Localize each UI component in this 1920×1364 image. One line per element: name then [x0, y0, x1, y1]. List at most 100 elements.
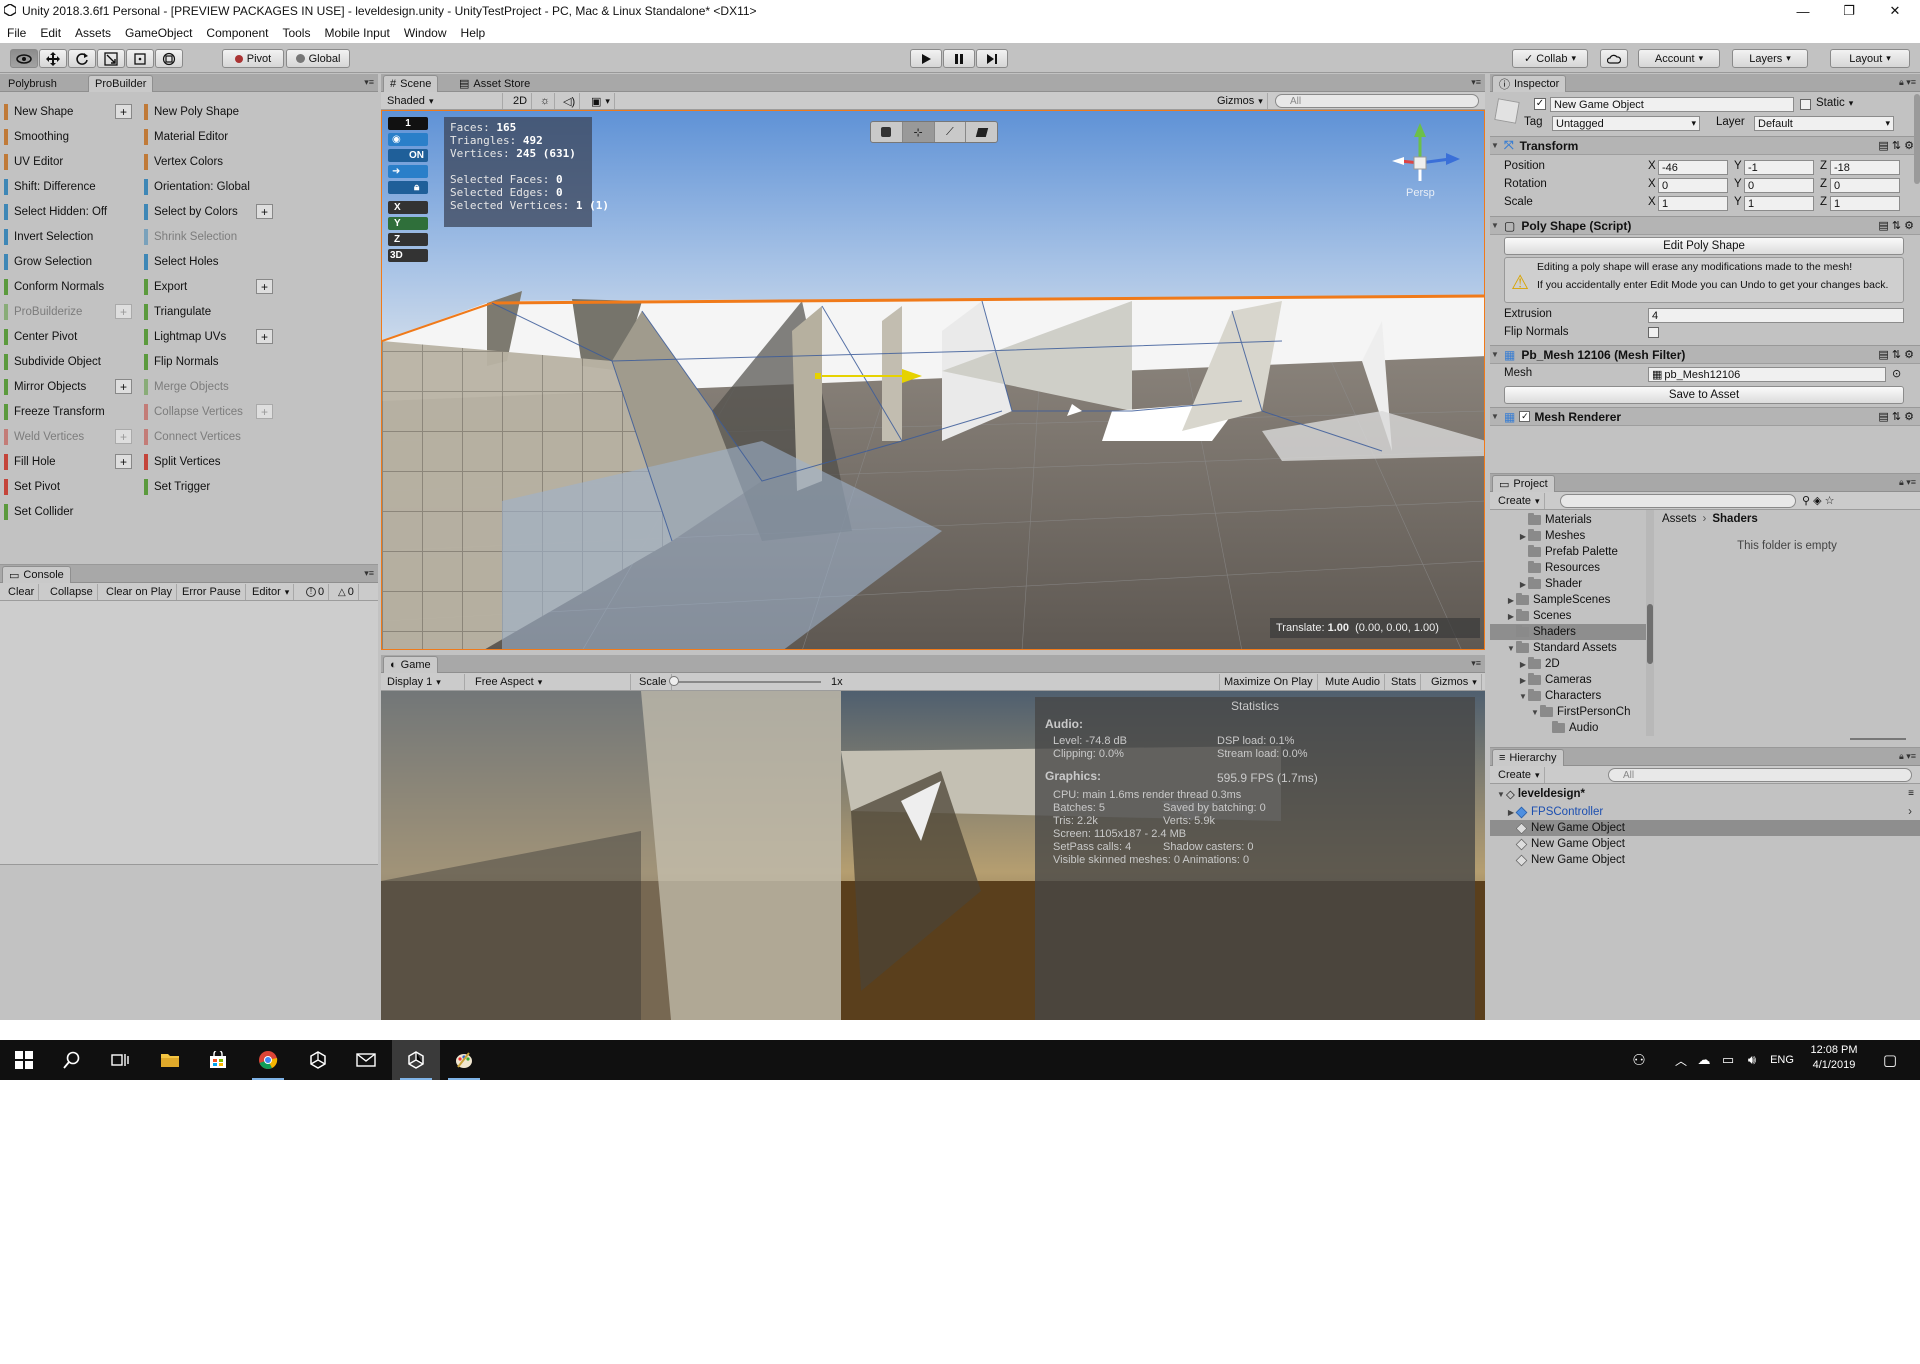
scene-orientation-gizmo[interactable]: Persp: [1392, 121, 1472, 201]
probuilder-weld-vertices-button[interactable]: Weld Vertices: [4, 427, 84, 447]
probuilder-export-options-icon[interactable]: +: [256, 279, 273, 294]
probuilder-conform-normals-button[interactable]: Conform Normals: [4, 277, 104, 297]
probuilder-center-pivot-button[interactable]: Center Pivot: [4, 327, 77, 347]
probuilder-split-vertices-button[interactable]: Split Vertices: [144, 452, 220, 472]
foldout-open-icon[interactable]: ▼: [1518, 692, 1528, 701]
project-search-input[interactable]: [1560, 494, 1796, 508]
tray-chevron-icon[interactable]: ︿: [1670, 1040, 1692, 1080]
probuilder-probuilderize-button[interactable]: ProBuilderize: [4, 302, 82, 322]
probuilder-shrink-selection-button[interactable]: Shrink Selection: [144, 227, 237, 247]
project-folder-cameras[interactable]: ▶ Cameras: [1490, 672, 1646, 688]
probuilder-new-shape-options-icon[interactable]: +: [115, 104, 132, 119]
store-button[interactable]: [194, 1040, 242, 1080]
tab-project[interactable]: ▭ Project: [1492, 475, 1555, 492]
inspector-scrollbar[interactable]: [1914, 94, 1920, 184]
effects-dropdown[interactable]: ▣: [587, 93, 615, 109]
tab-console[interactable]: ▭ Console: [2, 566, 71, 583]
probuilder-set-collider-button[interactable]: Set Collider: [4, 502, 73, 522]
project-folder-2d[interactable]: ▶ 2D: [1490, 656, 1646, 672]
scale-slider[interactable]: [673, 681, 821, 683]
vertex-selection-count-toggle[interactable]: 1: [388, 117, 428, 130]
foldout-closed-icon[interactable]: ▶: [1518, 580, 1528, 589]
breadcrumb-assets[interactable]: Assets: [1662, 513, 1697, 525]
foldout-closed-icon[interactable]: ▶: [1518, 532, 1528, 541]
console-editor-dropdown[interactable]: Editor: [248, 584, 295, 600]
probuilder-subdivide-object-button[interactable]: Subdivide Object: [4, 352, 101, 372]
scene-viewport[interactable]: 1 ◉ ON ➜ 🔒︎ X Y Z 3D Faces: 165 Triangle…: [381, 110, 1485, 650]
vertex-mode-button[interactable]: ⊹: [902, 122, 935, 142]
layers-dropdown[interactable]: Layers: [1732, 49, 1808, 68]
rotation-x-input[interactable]: 0: [1658, 178, 1728, 193]
probuilder-mirror-objects-button[interactable]: Mirror Objects: [4, 377, 86, 397]
hierarchy-search-input[interactable]: All: [1608, 768, 1912, 782]
tab-menu-icon[interactable]: 🔒︎ ▾≡: [1899, 751, 1916, 762]
foldout-open-icon[interactable]: ▼: [1530, 708, 1540, 717]
foldout-open-icon[interactable]: ▼: [1506, 644, 1516, 653]
menu-mobile-input[interactable]: Mobile Input: [317, 26, 396, 40]
view-tool-button[interactable]: [10, 49, 38, 68]
probuilder-merge-objects-button[interactable]: Merge Objects: [144, 377, 229, 397]
onedrive-cloud-icon[interactable]: ☁: [1692, 1040, 1716, 1080]
hierarchy-item-fpscontroller[interactable]: ▶ FPSController ›: [1490, 804, 1920, 820]
probuilder-select-holes-button[interactable]: Select Holes: [144, 252, 219, 272]
foldout-closed-icon[interactable]: ▶: [1518, 660, 1528, 669]
menu-file[interactable]: File: [0, 26, 33, 40]
save-to-asset-button[interactable]: Save to Asset: [1504, 386, 1904, 404]
probuilder-connect-vertices-button[interactable]: Connect Vertices: [144, 427, 241, 447]
probuilder-material-editor-button[interactable]: Material Editor: [144, 127, 228, 147]
foldout-closed-icon[interactable]: ▶: [1506, 612, 1516, 621]
meshrenderer-header[interactable]: ▼ ▦ ✓ Mesh Renderer ▤ ⇅ ⚙: [1490, 407, 1920, 426]
breadcrumb-shaders[interactable]: Shaders: [1712, 513, 1757, 525]
probuilder-mirror-objects-options-icon[interactable]: +: [115, 379, 132, 394]
probuilder-export-button[interactable]: Export: [144, 277, 187, 297]
tab-menu-icon[interactable]: 🔒︎ ▾≡: [1899, 477, 1916, 488]
hierarchy-item-new-game-object[interactable]: New Game Object: [1490, 820, 1920, 836]
on-toggle[interactable]: ON: [388, 149, 428, 162]
account-dropdown[interactable]: Account: [1638, 49, 1720, 68]
component-menu-icon[interactable]: ▤ ⇅ ⚙: [1878, 410, 1914, 423]
console-error-pause-button[interactable]: Error Pause: [178, 584, 246, 600]
3d-toggle[interactable]: 3D: [388, 249, 428, 262]
project-folder-audio[interactable]: Audio: [1490, 720, 1646, 736]
scale-tool-button[interactable]: [97, 49, 125, 68]
probuilder-vertex-colors-button[interactable]: Vertex Colors: [144, 152, 223, 172]
menu-component[interactable]: Component: [199, 26, 275, 40]
static-checkbox[interactable]: [1800, 99, 1811, 110]
audio-toggle[interactable]: ◁): [559, 93, 581, 109]
probuilder-triangulate-button[interactable]: Triangulate: [144, 302, 211, 322]
polyshape-header[interactable]: ▼ ▢ Poly Shape (Script) ▤ ⇅ ⚙: [1490, 216, 1920, 235]
visibility-toggle[interactable]: ◉: [388, 133, 428, 146]
probuilder-freeze-transform-button[interactable]: Freeze Transform: [4, 402, 105, 422]
scale-y-input[interactable]: 1: [1744, 196, 1814, 211]
project-folder-prefab-palette[interactable]: Prefab Palette: [1490, 544, 1646, 560]
task-view-button[interactable]: [96, 1040, 144, 1080]
transform-header[interactable]: ▼ ⤧ Transform ▤ ⇅ ⚙: [1490, 136, 1920, 155]
arrow-toggle[interactable]: ➜: [388, 165, 428, 178]
probuilder-lightmap-uvs-options-icon[interactable]: +: [256, 329, 273, 344]
start-button[interactable]: [0, 1040, 48, 1080]
transform-tool-button[interactable]: [155, 49, 183, 68]
probuilder-flip-normals-button[interactable]: Flip Normals: [144, 352, 219, 372]
display-dropdown[interactable]: Display 1: [383, 674, 465, 690]
layout-dropdown[interactable]: Layout: [1830, 49, 1910, 68]
icon-size-slider[interactable]: [1850, 738, 1906, 740]
probuilder-new-shape-button[interactable]: New Shape: [4, 102, 73, 122]
y-axis-toggle[interactable]: Y: [388, 217, 428, 230]
probuilder-smoothing-button[interactable]: Smoothing: [4, 127, 69, 147]
probuilder-select-by-colors-button[interactable]: Select by Colors: [144, 202, 238, 222]
maximize-on-play-toggle[interactable]: Maximize On Play: [1219, 674, 1318, 690]
collab-dropdown[interactable]: ✓ Collab: [1512, 49, 1588, 68]
move-tool-button[interactable]: [39, 49, 67, 68]
probuilder-lightmap-uvs-button[interactable]: Lightmap UVs: [144, 327, 226, 347]
minimize-button[interactable]: —: [1780, 0, 1826, 22]
tab-menu-icon[interactable]: ▾≡: [364, 77, 374, 88]
probuilder-set-trigger-button[interactable]: Set Trigger: [144, 477, 210, 497]
mesh-object-field[interactable]: ▦ pb_Mesh12106: [1648, 367, 1886, 382]
project-folder-resources[interactable]: Resources: [1490, 560, 1646, 576]
tab-scene[interactable]: # Scene: [383, 75, 439, 92]
console-clear-on-play-button[interactable]: Clear on Play: [102, 584, 178, 600]
close-button[interactable]: ✕: [1872, 0, 1918, 22]
scene-search-input[interactable]: All: [1275, 94, 1479, 108]
probuilder-new-poly-shape-button[interactable]: New Poly Shape: [144, 102, 239, 122]
project-folder-firstpersonch[interactable]: ▼ FirstPersonCh: [1490, 704, 1646, 720]
